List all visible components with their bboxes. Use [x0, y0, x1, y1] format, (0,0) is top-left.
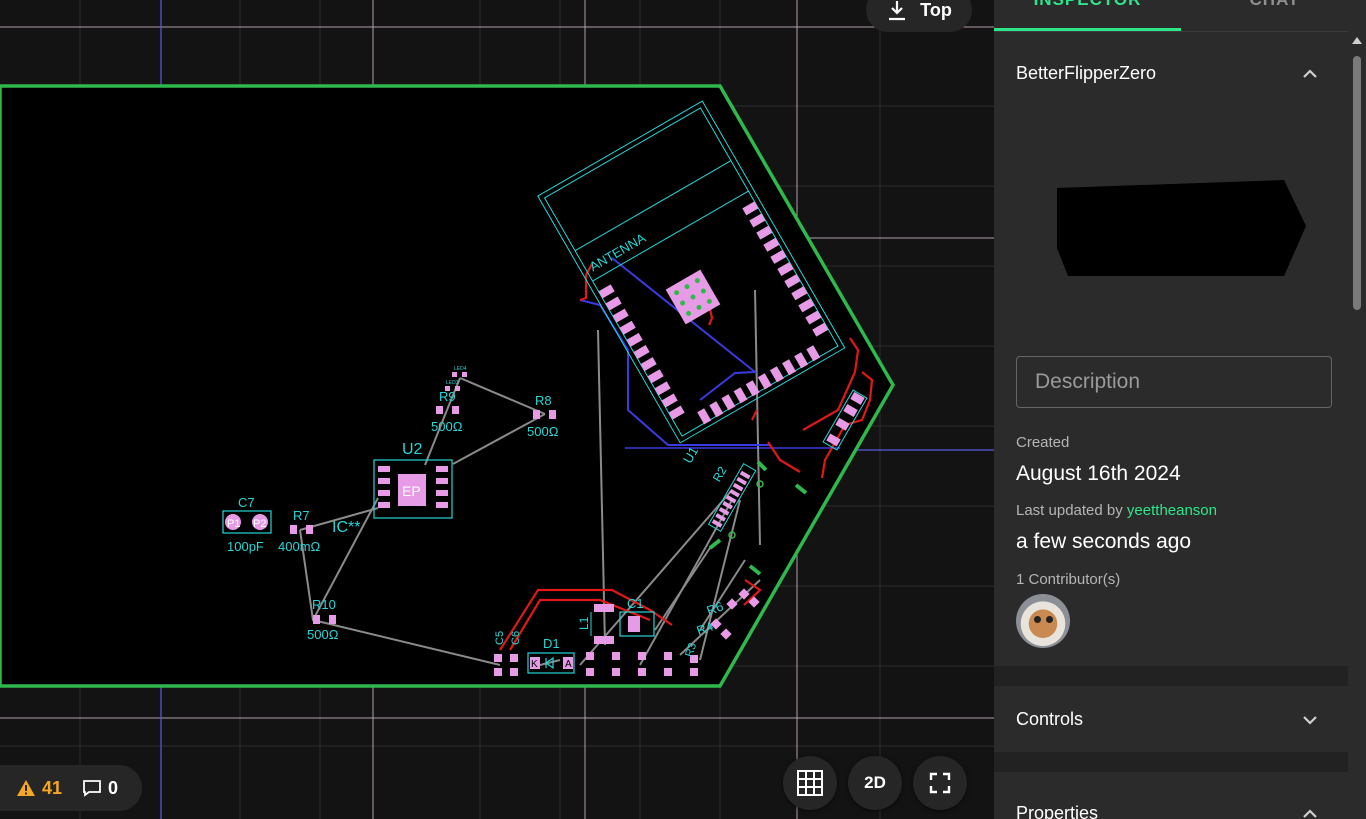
c6-label: C6: [510, 631, 522, 645]
last-updated-time: a few seconds ago: [1016, 530, 1192, 553]
c7-p1: P1: [227, 518, 240, 530]
description-input[interactable]: [1016, 356, 1332, 408]
tab-inspector-label: INSPECTOR: [1034, 0, 1142, 9]
tab-chat-label: CHAT: [1250, 0, 1300, 9]
chevron-up-icon[interactable]: [1299, 803, 1321, 819]
r9-label: R9: [439, 389, 456, 404]
c5-label: C5: [494, 631, 506, 645]
status-bar[interactable]: 41 0: [0, 765, 142, 811]
view-2d-button[interactable]: 2D: [848, 756, 902, 810]
last-updated-user-link[interactable]: yeettheanson: [1127, 502, 1217, 519]
fullscreen-icon: [929, 772, 951, 794]
warning-count: 41: [42, 777, 63, 798]
panel-tabs: INSPECTOR CHAT: [994, 0, 1348, 32]
view-orientation-button[interactable]: Top: [866, 0, 972, 32]
download-icon: [889, 1, 906, 21]
active-tab-indicator: [994, 28, 1181, 31]
r8-label: R8: [535, 393, 552, 408]
view-label: Top: [920, 0, 952, 20]
r7-label: R7: [293, 508, 310, 523]
r10-label: R10: [312, 597, 336, 612]
r9-value: 500Ω: [431, 419, 463, 434]
pcb-viewport[interactable]: ANTENNA U1 P1 P2 C7 100pF R7 400mΩ IC** …: [0, 0, 994, 819]
fullscreen-button[interactable]: [913, 756, 967, 810]
tab-inspector[interactable]: INSPECTOR: [994, 0, 1181, 10]
d1-label: D1: [543, 636, 560, 651]
d1-k: K: [531, 659, 538, 670]
r10-value: 500Ω: [307, 627, 339, 642]
d1-a: A: [565, 659, 572, 670]
c7-p2: P2: [253, 518, 266, 530]
contributors-count: 1 Contributor(s): [1016, 571, 1121, 588]
comment-icon: [83, 780, 101, 797]
section-divider: [994, 752, 1348, 772]
pcb-canvas[interactable]: ANTENNA U1 P1 P2 C7 100pF R7 400mΩ IC** …: [0, 0, 994, 819]
chevron-up-icon[interactable]: [1299, 63, 1321, 85]
scrollbar-thumb[interactable]: [1353, 56, 1361, 310]
l1-label: L1: [577, 616, 591, 630]
last-updated-prefix: Last updated by: [1016, 502, 1127, 519]
c1-label: C1: [627, 596, 644, 611]
avatar[interactable]: [1016, 594, 1070, 648]
panel-scrollbar[interactable]: [1348, 32, 1366, 819]
r8-value: 500Ω: [527, 424, 559, 439]
c7-value: 100pF: [227, 539, 264, 554]
chevron-down-icon[interactable]: [1299, 709, 1321, 731]
created-date: August 16th 2024: [1016, 462, 1181, 485]
tab-chat[interactable]: CHAT: [1181, 0, 1366, 10]
properties-header: Properties: [1016, 803, 1099, 819]
r7-value: 400mΩ: [278, 539, 321, 554]
grid-icon: [797, 770, 823, 796]
led3-label: LED3: [446, 380, 459, 386]
warning-icon: [17, 780, 35, 796]
ic-label: IC**: [332, 519, 360, 536]
grid-toggle-button[interactable]: [783, 756, 837, 810]
board-thumbnail: [1057, 180, 1306, 276]
project-title: BetterFlipperZero: [1016, 63, 1157, 83]
led4-label: LED4: [454, 366, 467, 372]
section-divider: [994, 666, 1348, 686]
inspector-panel: INSPECTOR CHAT BetterFlipperZero Created…: [994, 0, 1366, 819]
scroll-up-arrow-icon[interactable]: [1352, 36, 1362, 44]
controls-header: Controls: [1016, 709, 1084, 729]
last-updated-label: Last updated by yeettheanson: [1016, 502, 1217, 519]
u2-pad-label: EP: [402, 483, 421, 499]
created-label: Created: [1016, 434, 1070, 451]
comment-count: 0: [108, 777, 119, 798]
c7-label: C7: [238, 495, 255, 510]
view-2d-label: 2D: [864, 773, 886, 792]
u2-label: U2: [402, 441, 423, 458]
